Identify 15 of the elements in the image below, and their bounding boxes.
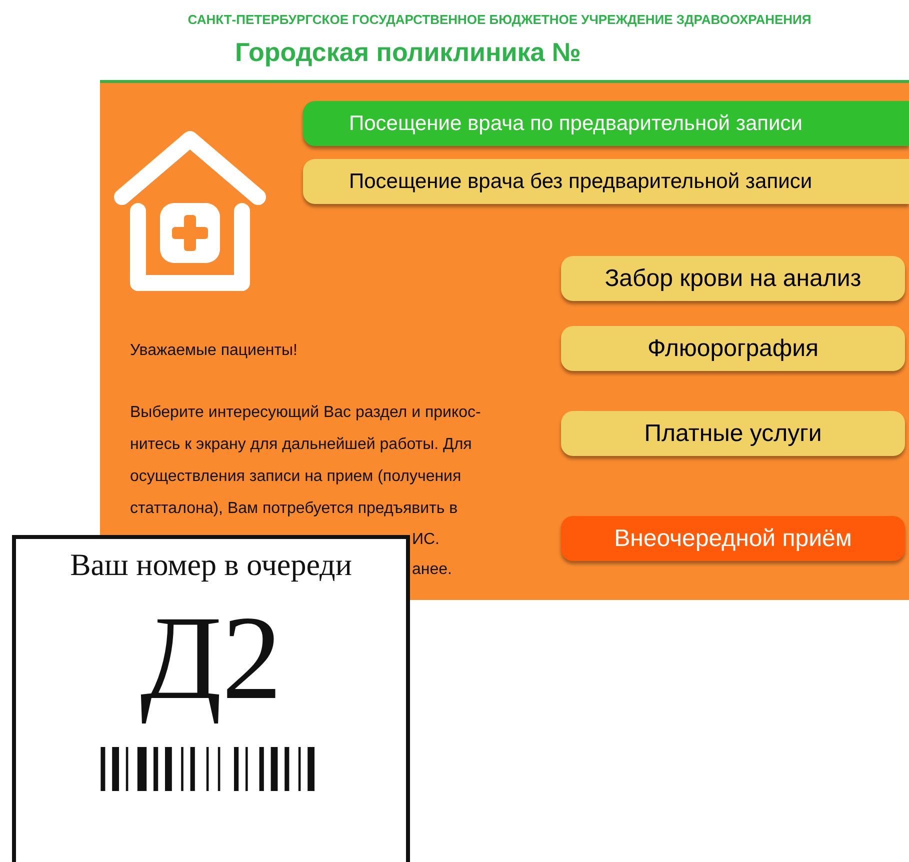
menu-button[interactable]: Платные услуги: [561, 411, 905, 456]
notice-line: Выберите интересующий Вас раздел и прикос-: [130, 403, 481, 423]
notice-line: анее.: [412, 560, 452, 580]
notice-heading: Уважаемые пациенты!: [130, 341, 298, 361]
notice-line: ИС.: [412, 530, 440, 550]
organization-name: САНКТ-ПЕТЕРБУРГСКОЕ ГОСУДАРСТВЕННОЕ БЮДЖЕТНОЕ УЧРЕЖДЕНИЕ ЗДРАВООХРАНЕНИЯ: [188, 11, 812, 29]
menu-button[interactable]: Флюорография: [561, 326, 905, 371]
notice-line: нитесь к экрану для дальнейшей работы. Для: [130, 435, 472, 455]
notice-line: осуществления записи на прием (получения: [130, 467, 462, 487]
ticket-number: Д2: [140, 593, 282, 723]
menu-button[interactable]: Забор крови на анализ: [561, 256, 905, 301]
menu-button[interactable]: Посещение врача без предварительной записи: [303, 159, 909, 204]
notice-line: статталона), Вам потребуется предъявить в: [130, 499, 458, 519]
clinic-title: Городская поликлиника №: [235, 36, 582, 68]
ticket-caption: Ваш номер в очереди: [70, 546, 352, 584]
